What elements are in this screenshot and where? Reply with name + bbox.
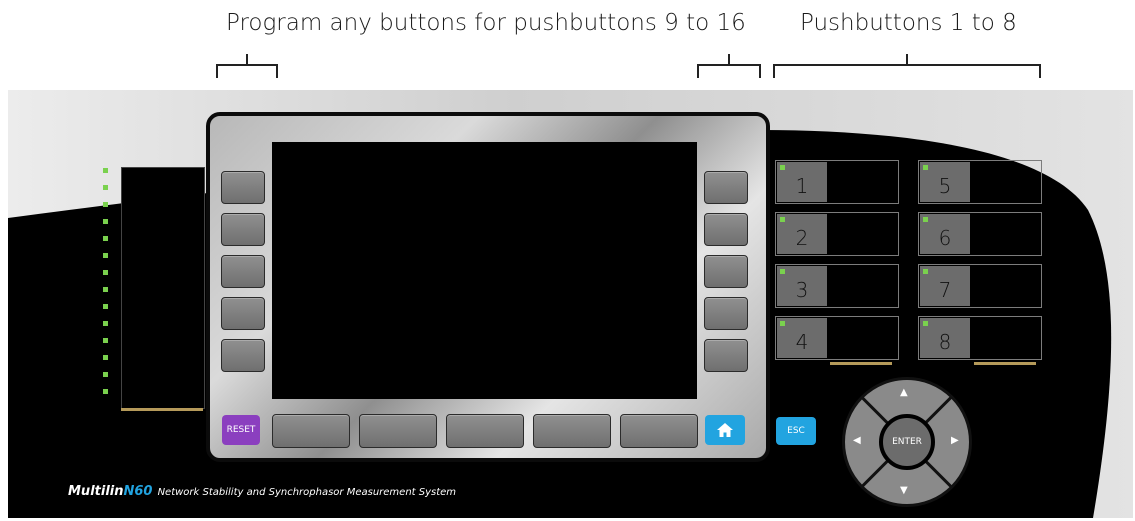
left-soft-button-4[interactable]	[221, 297, 265, 330]
callout-pushbuttons-9-16: Program any buttons for pushbuttons 9 to…	[226, 10, 746, 36]
bracket-left-side-buttons	[216, 54, 278, 78]
status-led	[103, 202, 108, 207]
left-soft-button-1[interactable]	[221, 171, 265, 204]
bracket-right-side-buttons	[697, 54, 761, 78]
left-soft-button-2[interactable]	[221, 213, 265, 246]
right-soft-button-4[interactable]	[704, 297, 748, 330]
arrow-right-icon[interactable]: ▶	[951, 435, 959, 446]
pushbutton-led	[923, 269, 928, 274]
status-led	[103, 219, 108, 224]
bottom-soft-button-4[interactable]	[533, 414, 611, 448]
pushbutton-led	[780, 269, 785, 274]
lcd-screen	[272, 142, 697, 399]
front-panel: RESET ESC 1 2 3 4 5 6 7 8 ▲ ▼ ◀ ▶ ENTER …	[8, 90, 1133, 518]
pushbutton-1[interactable]: 1	[775, 160, 899, 204]
brand-model: N60	[123, 484, 153, 499]
right-soft-button-2[interactable]	[704, 213, 748, 246]
arrow-left-icon[interactable]: ◀	[853, 435, 861, 446]
pushbutton-led	[780, 165, 785, 170]
bottom-soft-button-1[interactable]	[272, 414, 350, 448]
status-led	[103, 270, 108, 275]
bottom-soft-button-3[interactable]	[446, 414, 524, 448]
status-led	[103, 372, 108, 377]
status-led	[103, 304, 108, 309]
pushbutton-led	[923, 165, 928, 170]
left-soft-button-5[interactable]	[221, 339, 265, 372]
enter-button[interactable]: ENTER	[879, 414, 935, 470]
pushbutton-8[interactable]: 8	[918, 316, 1042, 360]
slot-accent-bar	[121, 408, 203, 411]
home-icon	[717, 423, 733, 437]
pushbutton-led	[923, 217, 928, 222]
pushbutton-led	[780, 321, 785, 326]
pushbutton-3[interactable]: 3	[775, 264, 899, 308]
reset-button[interactable]: RESET	[222, 415, 260, 445]
navigation-pad[interactable]: ▲ ▼ ◀ ▶ ENTER	[842, 377, 972, 507]
status-led	[103, 287, 108, 292]
esc-button[interactable]: ESC	[776, 417, 816, 445]
status-led	[103, 253, 108, 258]
pushbutton-4[interactable]: 4	[775, 316, 899, 360]
pushbutton-led	[780, 217, 785, 222]
led-label-slot	[121, 167, 205, 409]
status-led	[103, 321, 108, 326]
status-led	[103, 355, 108, 360]
bottom-soft-button-5[interactable]	[620, 414, 698, 448]
right-soft-button-3[interactable]	[704, 255, 748, 288]
pushbutton-led	[923, 321, 928, 326]
callout-pushbuttons-1-8: Pushbuttons 1 to 8	[800, 10, 1017, 36]
status-led	[103, 236, 108, 241]
pushbutton-accent-bar	[974, 362, 1036, 365]
right-soft-button-1[interactable]	[704, 171, 748, 204]
brand-description: Network Stability and Synchrophasor Meas…	[157, 487, 457, 498]
pushbutton-5[interactable]: 5	[918, 160, 1042, 204]
pushbutton-7[interactable]: 7	[918, 264, 1042, 308]
bracket-pushbuttons-1-8	[773, 54, 1041, 78]
brand-name: Multilin	[68, 484, 124, 499]
status-led	[103, 389, 108, 394]
pushbutton-accent-bar	[830, 362, 892, 365]
home-button[interactable]	[705, 415, 745, 445]
arrow-up-icon[interactable]: ▲	[900, 387, 908, 398]
status-led	[103, 168, 108, 173]
bottom-soft-button-2[interactable]	[359, 414, 437, 448]
status-led	[103, 185, 108, 190]
right-soft-button-5[interactable]	[704, 339, 748, 372]
pushbutton-2[interactable]: 2	[775, 212, 899, 256]
brand-label: MultilinN60 Network Stability and Synchr…	[68, 480, 456, 499]
status-led	[103, 338, 108, 343]
arrow-down-icon[interactable]: ▼	[900, 485, 908, 496]
pushbutton-6[interactable]: 6	[918, 212, 1042, 256]
left-soft-button-3[interactable]	[221, 255, 265, 288]
